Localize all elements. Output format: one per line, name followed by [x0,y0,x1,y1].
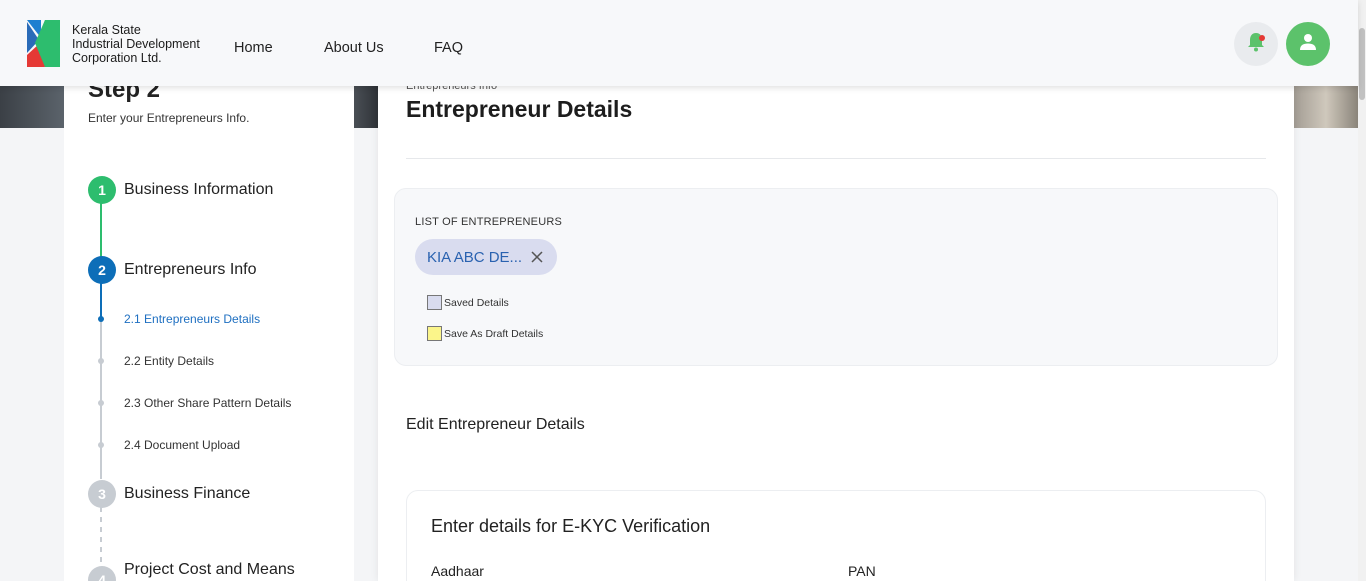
stepper-line-active [100,283,102,319]
step-2-indicator[interactable]: 2 [88,256,116,284]
org-name-line-3: Corporation Ltd. [72,51,162,65]
legend-draft-label: Save As Draft Details [444,327,544,340]
scrollbar-thumb[interactable] [1359,28,1365,100]
edit-section-title: Edit Entrepreneur Details [406,416,585,433]
org-name: Kerala State Industrial Development Corp… [72,23,200,65]
substep-entrepreneurs-details[interactable]: 2.1 Entrepreneurs Details [124,312,260,326]
substep-dot [98,358,104,364]
entrepreneur-chip[interactable]: KIA ABC DE... [415,239,557,275]
step-subtitle: Enter your Entrepreneurs Info. [88,111,250,125]
entrepreneur-chip-label[interactable]: KIA ABC DE... [427,249,522,266]
nav-home[interactable]: Home [234,40,273,56]
legend-saved: Saved Details [427,295,509,310]
entrepreneur-list-title: LIST OF ENTREPRENEURS [415,216,563,228]
user-avatar-button[interactable] [1286,22,1330,66]
background-photo-mid [354,86,378,128]
notification-dot [1259,35,1265,41]
notification-button[interactable] [1234,22,1278,66]
step-4-indicator[interactable]: 4 [88,566,116,581]
stepper-line-pending [100,507,102,567]
nav-faq[interactable]: FAQ [434,40,463,56]
pan-label: PAN [848,563,876,579]
legend-saved-label: Saved Details [444,296,509,309]
page-scrollbar[interactable] [1358,0,1366,581]
title-divider [406,158,1266,159]
user-icon [1299,33,1317,56]
stepper-line-completed [100,203,102,261]
main-content-card: Entrepreneurs Info Entrepreneur Details … [378,80,1294,581]
legend-swatch-saved [427,295,442,310]
ekyc-form-box: Enter details for E-KYC Verification Aad… [406,490,1266,581]
substep-share-pattern[interactable]: 2.3 Other Share Pattern Details [124,396,291,410]
stepper-panel: Step 2 Enter your Entrepreneurs Info. 1 … [64,76,354,581]
page-title: Entrepreneur Details [406,96,633,122]
step-3-label[interactable]: Business Finance [124,485,250,503]
close-icon[interactable] [527,247,547,267]
ksidc-logo-icon[interactable] [27,20,61,67]
substep-dot [98,442,104,448]
step-1-label[interactable]: Business Information [124,181,273,199]
step-4-label[interactable]: Project Cost and Means [124,561,295,579]
background-photo-right [1294,86,1358,128]
entrepreneur-list-box: LIST OF ENTREPRENEURS KIA ABC DE... Save… [394,188,1278,366]
substep-entity-details[interactable]: 2.2 Entity Details [124,354,214,368]
top-header: Kerala State Industrial Development Corp… [0,0,1358,86]
aadhaar-label: Aadhaar [431,563,484,579]
nav-about-us[interactable]: About Us [324,40,384,56]
background-photo-left [0,86,64,128]
ekyc-title: Enter details for E-KYC Verification [431,516,711,536]
step-2-label[interactable]: Entrepreneurs Info [124,261,257,279]
substep-dot-active [98,316,104,322]
legend-draft: Save As Draft Details [427,326,543,341]
step-1-indicator[interactable]: 1 [88,176,116,204]
org-name-line-2: Industrial Development [72,37,200,51]
step-3-indicator[interactable]: 3 [88,480,116,508]
org-name-line-1: Kerala State [72,23,141,37]
substep-dot [98,400,104,406]
substep-document-upload[interactable]: 2.4 Document Upload [124,438,240,452]
legend-swatch-draft [427,326,442,341]
